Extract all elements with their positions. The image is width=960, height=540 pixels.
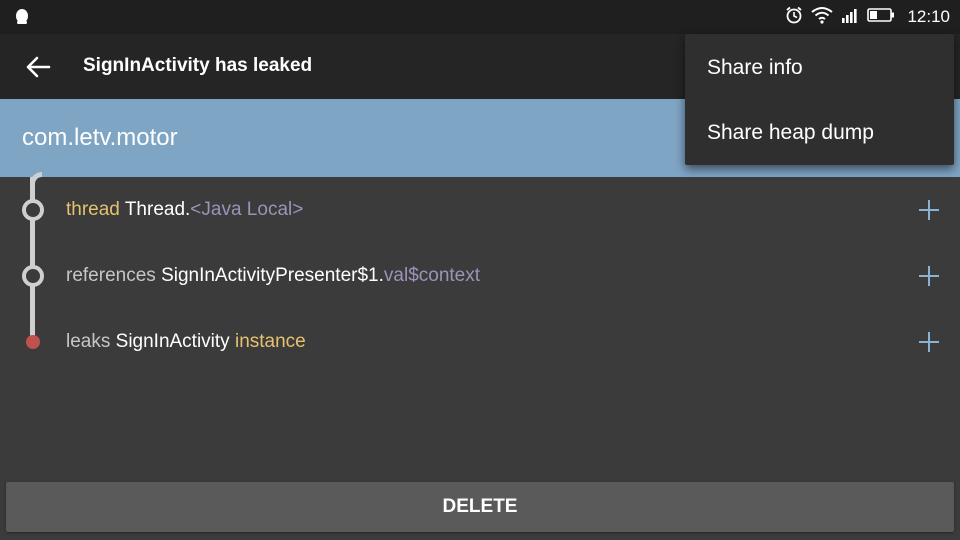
notification-icon (14, 8, 30, 31)
leak-dot-icon (26, 335, 40, 349)
expand-plus-icon[interactable] (919, 200, 939, 220)
expand-plus-icon[interactable] (919, 332, 939, 352)
trace-field: val$context (383, 265, 481, 286)
trace-field: instance (234, 331, 306, 352)
expand-plus-icon[interactable] (919, 266, 939, 286)
alarm-icon (785, 6, 803, 29)
trace-row-text: leaks SignInActivity instance (66, 331, 306, 353)
package-name: com.letv.motor (22, 124, 178, 151)
trace-row-leaks[interactable]: leaks SignInActivity instance (0, 309, 960, 375)
overflow-menu: Share info Share heap dump (685, 34, 954, 165)
trace-kind: leaks (66, 331, 111, 352)
trace-node-icon (22, 265, 44, 287)
delete-button[interactable]: DELETE (6, 482, 954, 532)
trace-kind: references (66, 265, 156, 286)
page-title: SignInActivity has leaked (83, 55, 313, 76)
trace-field: <Java Local> (190, 199, 304, 220)
signal-icon (841, 7, 859, 28)
back-button[interactable] (24, 53, 52, 81)
trace-class: SignInActivity (115, 331, 235, 352)
trace-row-text: thread Thread.<Java Local> (66, 199, 303, 221)
wifi-icon (811, 6, 834, 29)
menu-item-share-heap-dump[interactable]: Share heap dump (685, 101, 954, 165)
battery-icon (867, 7, 895, 28)
trace-node-icon (22, 199, 44, 221)
menu-item-label: Share heap dump (707, 121, 874, 144)
trace-class: Thread. (124, 199, 191, 220)
trace-kind: thread (66, 199, 120, 220)
trace-row-thread[interactable]: thread Thread.<Java Local> (0, 177, 960, 243)
status-bar: 12:10 (0, 0, 960, 34)
trace-row-references[interactable]: references SignInActivityPresenter$1.val… (0, 243, 960, 309)
menu-item-label: Share info (707, 56, 803, 79)
arrow-back-icon (26, 56, 51, 78)
trace-class: SignInActivityPresenter$1. (161, 265, 384, 286)
trace-row-text: references SignInActivityPresenter$1.val… (66, 265, 480, 287)
menu-item-share-info[interactable]: Share info (685, 36, 954, 100)
clock: 12:10 (907, 7, 950, 26)
